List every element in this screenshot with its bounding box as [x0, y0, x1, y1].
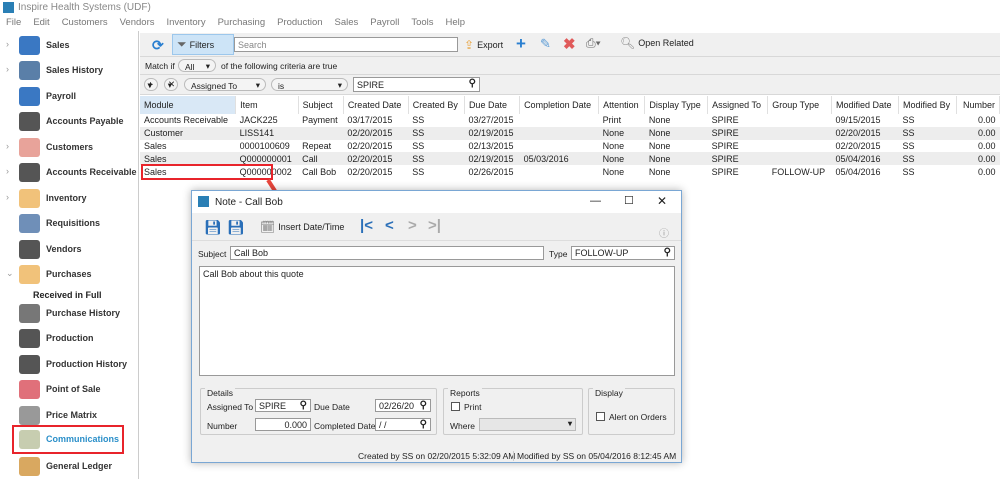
save-close-icon[interactable]: 💾︎: [227, 219, 245, 236]
search-icon[interactable]: ⚲: [420, 400, 427, 411]
number-input[interactable]: 0.000: [255, 418, 311, 431]
search-icon[interactable]: ⚲: [664, 247, 671, 258]
where-label: Where: [450, 421, 476, 431]
subject-input[interactable]: Call Bob: [230, 246, 544, 260]
print-label: Print: [464, 402, 482, 412]
subject-label: Subject: [198, 249, 227, 259]
dialog-toolbar: 💾︎ 💾︎ 🗓︎ Insert Date/Time |< < > >| ⓘ: [192, 213, 681, 241]
print-checkbox[interactable]: [451, 402, 460, 411]
chevron-down-icon: ▾: [567, 419, 572, 428]
type-label: Type: [549, 249, 568, 259]
completed-date-input[interactable]: / / ⚲: [375, 418, 431, 431]
details-group: Details Assigned To SPIRE ⚲ Due Date 02/2…: [200, 388, 437, 435]
reports-group: Reports Print Where ▾: [443, 388, 583, 435]
assigned-to-label: Assigned To: [207, 402, 254, 412]
due-date-value: 02/26/20: [379, 401, 415, 411]
previous-record-icon[interactable]: <: [385, 217, 394, 234]
insert-datetime-label: Insert Date/Time: [278, 222, 345, 232]
number-label: Number: [207, 421, 238, 431]
completed-date-value: / /: [379, 420, 387, 430]
close-icon[interactable]: ✕: [657, 194, 667, 208]
dialog-title: Note - Call Bob: [215, 197, 283, 208]
save-icon[interactable]: 💾︎: [204, 219, 222, 236]
modified-status: Modified by SS on 05/04/2016 8:12:45 AM: [513, 451, 676, 461]
due-date-label: Due Date: [314, 402, 350, 412]
reports-label: Reports: [448, 388, 482, 398]
dialog-title-bar: Note - Call Bob — ☐ ✕: [192, 191, 681, 213]
first-record-icon[interactable]: |<: [360, 217, 373, 234]
created-status: Created by SS on 02/20/2015 5:32:09 AM: [358, 451, 516, 461]
next-record-icon[interactable]: >: [408, 217, 417, 234]
calendar-clock-icon: 🗓︎: [260, 220, 276, 234]
maximize-icon[interactable]: ☐: [624, 194, 634, 207]
display-group: Display Alert on Orders: [588, 388, 675, 435]
assigned-to-input[interactable]: SPIRE ⚲: [255, 399, 311, 412]
assigned-to-value: SPIRE: [259, 401, 287, 411]
dialog-logo-icon: [198, 196, 209, 207]
where-select[interactable]: ▾: [479, 418, 576, 431]
minimize-icon[interactable]: —: [590, 195, 601, 207]
type-value: FOLLOW-UP: [575, 248, 629, 258]
details-label: Details: [205, 388, 235, 398]
note-body-textarea[interactable]: Call Bob about this quote: [199, 266, 675, 376]
due-date-input[interactable]: 02/26/20 ⚲: [375, 399, 431, 412]
alert-on-orders-label: Alert on Orders: [609, 412, 667, 422]
search-icon[interactable]: ⚲: [300, 400, 307, 411]
display-label: Display: [593, 388, 625, 398]
last-record-icon[interactable]: >|: [428, 217, 441, 234]
insert-datetime-button[interactable]: 🗓︎ Insert Date/Time: [260, 220, 344, 234]
note-dialog: Note - Call Bob — ☐ ✕ 💾︎ 💾︎ 🗓︎ Insert Dat…: [191, 190, 682, 463]
type-input[interactable]: FOLLOW-UP ⚲: [571, 246, 675, 260]
help-icon[interactable]: ⓘ: [659, 225, 669, 240]
search-icon[interactable]: ⚲: [420, 419, 427, 430]
completed-date-label: Completed Date: [314, 421, 376, 431]
alert-on-orders-checkbox[interactable]: [596, 412, 605, 421]
